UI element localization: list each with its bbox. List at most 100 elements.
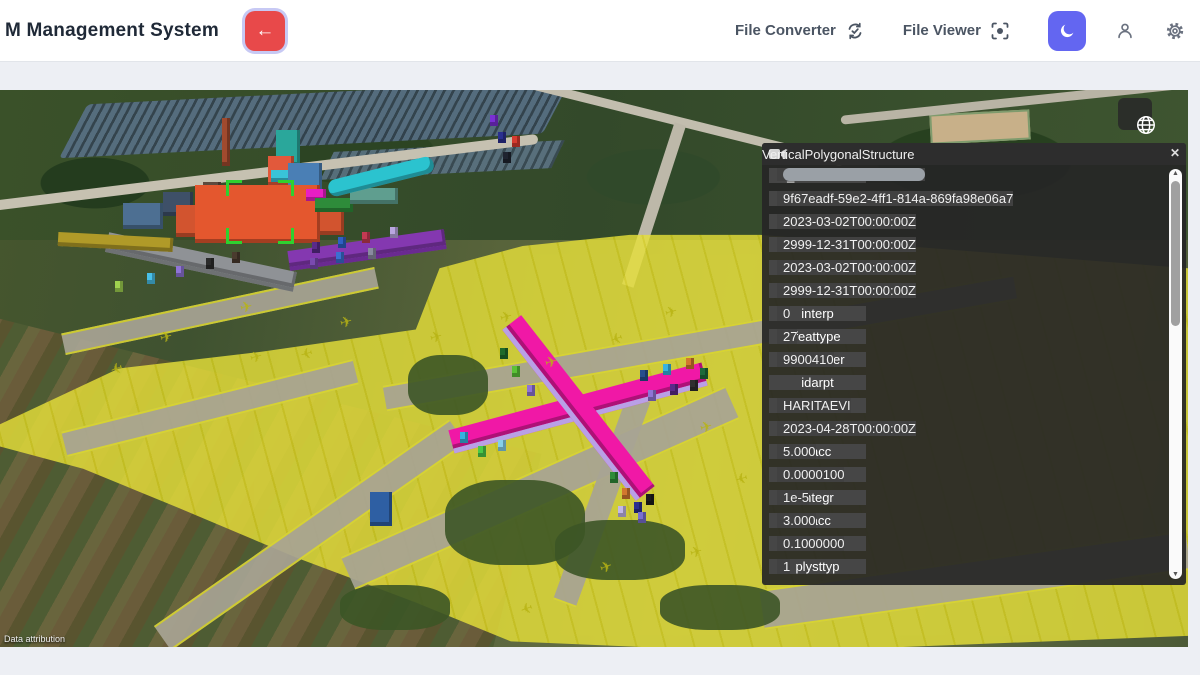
structure-green-block[interactable] xyxy=(315,198,353,212)
panel-header[interactable]: VerticalPolygonalStructure xyxy=(762,143,1186,165)
attribute-value: 0.0000100 xyxy=(777,467,844,482)
structure-blue-building[interactable] xyxy=(370,492,392,526)
attribute-value: 0.1000000 xyxy=(777,536,844,551)
structure-chimney[interactable] xyxy=(222,118,230,166)
nav-file-viewer[interactable]: File Viewer xyxy=(903,21,1010,41)
jet-bridge-box xyxy=(147,273,155,284)
attribute-value: 27 xyxy=(777,329,797,344)
person-icon xyxy=(1114,20,1136,42)
attribute-row: interp0 xyxy=(769,306,1164,327)
attribute-value: 2023-03-02T00:00:00Z xyxy=(777,260,916,275)
feature-info-panel: VerticalPolygonalStructure _attributesid… xyxy=(762,143,1186,585)
nav-file-converter-label: File Converter xyxy=(735,22,836,39)
attribute-value: 1e-5 xyxy=(777,490,809,505)
jet-bridge-box xyxy=(498,440,506,451)
jet-bridge-box xyxy=(640,370,648,381)
attribute-row: hacc5.000 xyxy=(769,444,1164,465)
jet-bridge-box xyxy=(700,368,708,379)
jet-bridge-box xyxy=(648,390,656,401)
structure-olive-bar[interactable] xyxy=(58,232,174,252)
jet-bridge-box xyxy=(176,266,184,277)
attribute-row: vacc3.000 xyxy=(769,513,1164,534)
nav-file-converter[interactable]: File Converter xyxy=(735,21,865,41)
scroll-up-icon[interactable] xyxy=(1169,170,1182,177)
back-button[interactable] xyxy=(245,11,285,51)
close-button[interactable] xyxy=(1170,145,1180,160)
attribute-row: idnumber9900410 xyxy=(769,352,1164,373)
attribute-row: stvalid2023-03-02T00:00:00Z xyxy=(769,260,1164,281)
jet-bridge-box xyxy=(690,380,698,391)
sync-check-icon xyxy=(845,21,865,41)
jet-bridge-box xyxy=(663,364,671,375)
attribute-value: 2023-03-02T00:00:00Z xyxy=(777,214,916,229)
jet-bridge-box xyxy=(312,242,320,253)
attribute-row: plysttyp1 xyxy=(769,559,1164,580)
panel-scrollbar[interactable] xyxy=(1169,169,1182,579)
jet-bridge-box xyxy=(500,348,508,359)
jet-bridge-box xyxy=(390,227,398,238)
jet-bridge-box xyxy=(232,252,240,263)
jet-bridge-box xyxy=(206,258,214,269)
attribute-value: 9f67eadf-59e2-4ff1-814a-869fa98e06a7 xyxy=(777,191,1013,206)
jet-bridge-box xyxy=(622,488,630,499)
redacted-value xyxy=(783,168,925,181)
attribute-value: 9900410 xyxy=(777,352,834,367)
attribute-row: stfeat2023-03-02T00:00:00Z xyxy=(769,214,1164,235)
attribute-value: 5.000 xyxy=(777,444,816,459)
globe-button[interactable] xyxy=(1118,98,1152,130)
scrollbar-thumb[interactable] xyxy=(1171,181,1180,326)
settings-button[interactable] xyxy=(1164,20,1186,42)
top-nav: File Converter File Viewer xyxy=(735,11,1200,51)
jet-bridge-box xyxy=(686,358,694,369)
jet-bridge-box xyxy=(338,237,346,248)
jet-bridge-box xyxy=(368,248,376,259)
scan-focus-icon xyxy=(990,21,1010,41)
jet-bridge-box xyxy=(512,136,520,147)
map-viewport[interactable]: Data attribution VerticalPolygonalStruct… xyxy=(0,90,1188,647)
jet-bridge-box xyxy=(498,132,506,143)
arrow-left-icon xyxy=(255,21,274,40)
jet-bridge-box xyxy=(527,385,535,396)
attribute-key: idarpt xyxy=(769,375,866,390)
jet-bridge-box xyxy=(646,494,654,505)
attribute-value: 2999-12-31T00:00:00Z xyxy=(777,283,916,298)
attribute-row: integr1e-5 xyxy=(769,490,1164,511)
attribute-row: feattype27 xyxy=(769,329,1164,350)
structure-x-terminal[interactable] xyxy=(502,315,655,501)
attribute-value: 0 xyxy=(777,306,790,321)
attribute-value: 2023-04-28T00:00:00Z xyxy=(777,421,916,436)
jet-bridge-box xyxy=(478,446,486,457)
jet-bridge-box xyxy=(362,232,370,243)
attribute-value xyxy=(777,168,925,181)
attribute-row: vres0.1000000 xyxy=(769,536,1164,557)
selection-brackets xyxy=(226,180,294,244)
theme-toggle-button[interactable] xyxy=(1048,11,1086,51)
attribute-value: 2999-12-31T00:00:00Z xyxy=(777,237,916,252)
panel-title: VerticalPolygonalStructure xyxy=(762,147,914,162)
moon-icon xyxy=(1058,22,1076,40)
gear-icon xyxy=(1164,20,1186,42)
nav-file-viewer-label: File Viewer xyxy=(903,22,981,39)
attribute-row: idarpt xyxy=(769,375,1164,396)
jet-bridge-box xyxy=(310,258,318,269)
attribute-row: _attributes xyxy=(769,168,1164,189)
scroll-down-icon[interactable] xyxy=(1169,571,1182,578)
jet-bridge-box xyxy=(490,115,498,126)
jet-bridge-box xyxy=(460,432,468,443)
jet-bridge-box xyxy=(503,152,511,163)
top-bar: M Management System File Converter File … xyxy=(0,0,1200,62)
user-button[interactable] xyxy=(1114,20,1136,42)
attribute-row: identifier9f67eadf-59e2-4ff1-814a-869fa9… xyxy=(769,191,1164,212)
jet-bridge-box xyxy=(610,472,618,483)
attribute-row: endfeat2999-12-31T00:00:00Z xyxy=(769,237,1164,258)
attribute-row: revdate2023-04-28T00:00:00Z xyxy=(769,421,1164,442)
attribute-row: hres0.0000100 xyxy=(769,467,1164,488)
attribute-row: endvalid2999-12-31T00:00:00Z xyxy=(769,283,1164,304)
attribute-value: HARITAEVI xyxy=(777,398,851,413)
jet-bridge-box xyxy=(115,281,123,292)
structure-steelblue-block[interactable] xyxy=(123,203,163,229)
data-attribution[interactable]: Data attribution xyxy=(4,634,65,644)
app-title: M Management System xyxy=(5,20,219,42)
attribute-value: 3.000 xyxy=(777,513,816,528)
jet-bridge-box xyxy=(512,366,520,377)
